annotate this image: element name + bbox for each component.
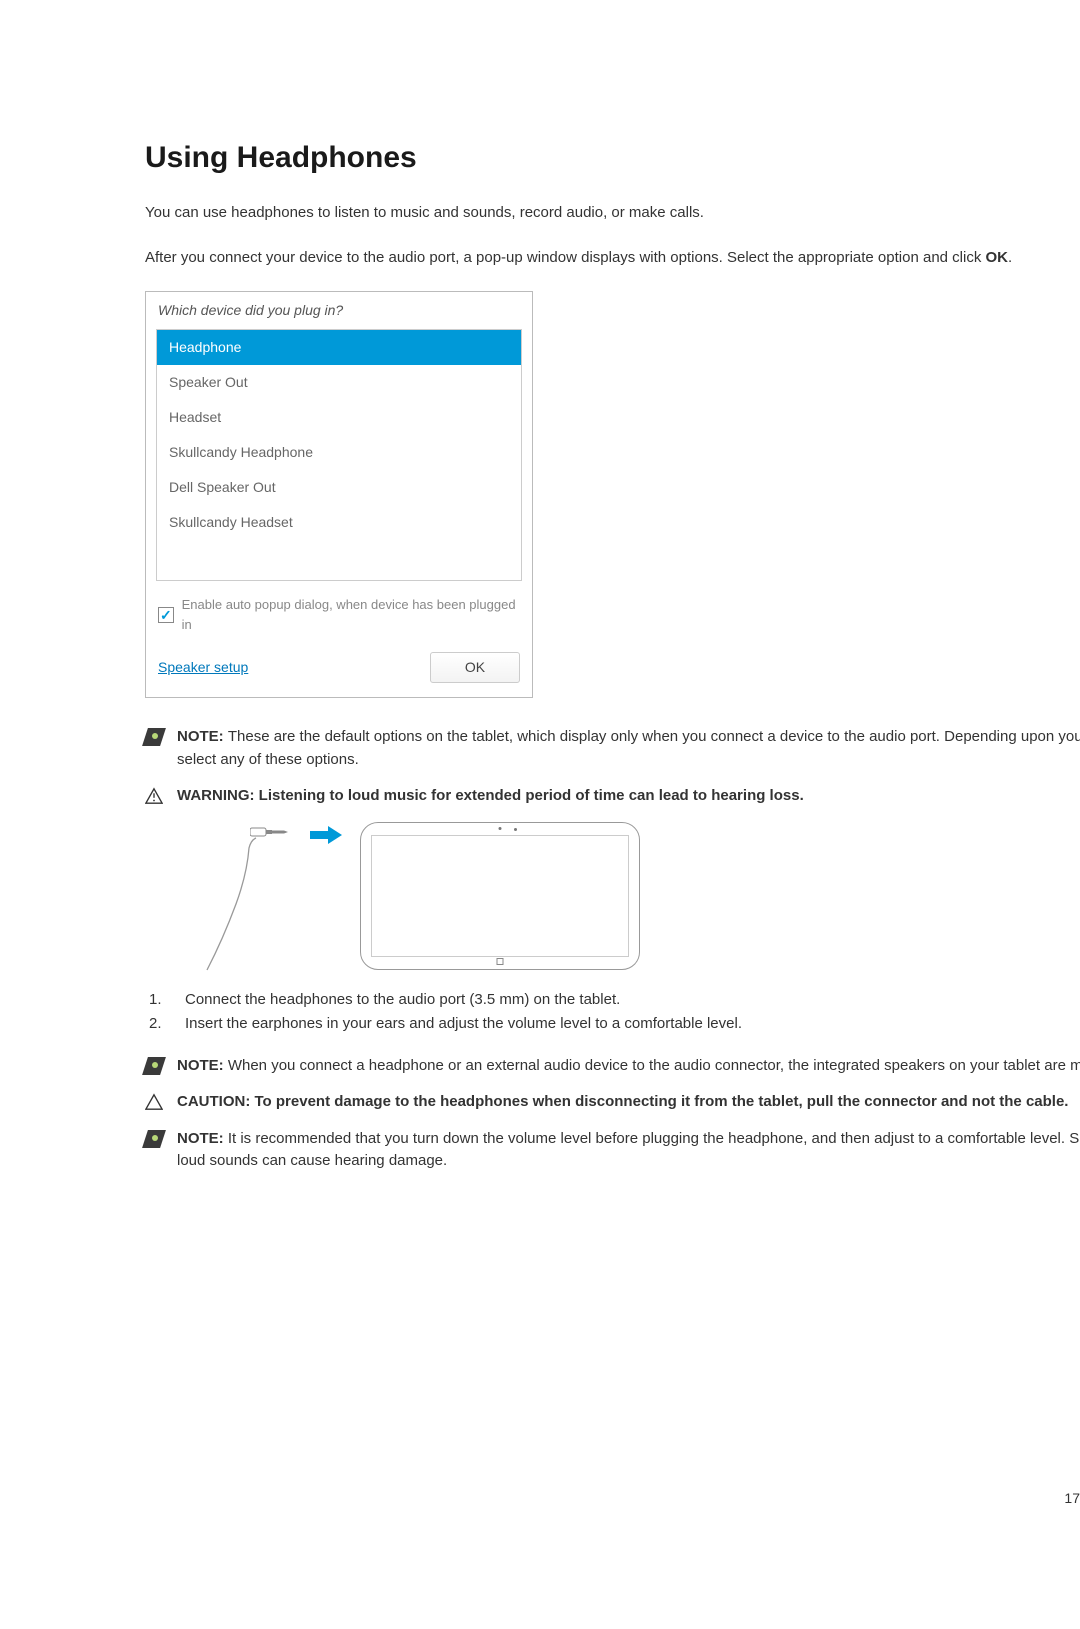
step-1: 1. Connect the headphones to the audio p… [149, 988, 1080, 1013]
instruction-steps: 1. Connect the headphones to the audio p… [145, 988, 1080, 1037]
note-icon [142, 1057, 166, 1075]
device-list: Headphone Speaker Out Headset Skullcandy… [156, 329, 522, 581]
device-option-skullcandy-headset[interactable]: Skullcandy Headset [157, 505, 521, 540]
caution-icon [145, 1093, 163, 1111]
device-option-headphone[interactable]: Headphone [157, 330, 521, 365]
intro-paragraph-2: After you connect your device to the aud… [145, 247, 1080, 270]
warning-callout: WARNING: Listening to loud music for ext… [145, 785, 1080, 808]
ok-button[interactable]: OK [430, 652, 520, 683]
warning-icon [145, 787, 163, 805]
device-option-skullcandy-headphone[interactable]: Skullcandy Headphone [157, 435, 521, 470]
note-icon [142, 1130, 166, 1148]
note-callout-3: NOTE: It is recommended that you turn do… [145, 1128, 1080, 1173]
device-popup-dialog: Which device did you plug in? Headphone … [145, 291, 533, 698]
arrow-icon [310, 826, 342, 844]
tablet-illustration [360, 822, 640, 970]
device-option-headset[interactable]: Headset [157, 400, 521, 435]
device-option-speaker-out[interactable]: Speaker Out [157, 365, 521, 400]
device-option-dell-speaker-out[interactable]: Dell Speaker Out [157, 470, 521, 505]
note-callout-2: NOTE: When you connect a headphone or an… [145, 1055, 1080, 1078]
intro-paragraph-1: You can use headphones to listen to musi… [145, 202, 1080, 225]
page-title: Using Headphones [145, 135, 1080, 180]
auto-popup-checkbox-row: ✓ Enable auto popup dialog, when device … [146, 591, 532, 644]
dialog-title: Which device did you plug in? [146, 292, 532, 329]
auto-popup-checkbox[interactable]: ✓ [158, 607, 174, 623]
headphone-connection-illustration [205, 822, 735, 970]
step-2: 2. Insert the earphones in your ears and… [149, 1012, 1080, 1037]
note-icon [142, 728, 166, 746]
page-number: 17 [1064, 1488, 1080, 1509]
caution-callout: CAUTION: To prevent damage to the headph… [145, 1091, 1080, 1114]
speaker-setup-link[interactable]: Speaker setup [158, 657, 248, 678]
note-callout-1: NOTE: These are the default options on t… [145, 726, 1080, 771]
auto-popup-checkbox-label: Enable auto popup dialog, when device ha… [182, 595, 520, 634]
